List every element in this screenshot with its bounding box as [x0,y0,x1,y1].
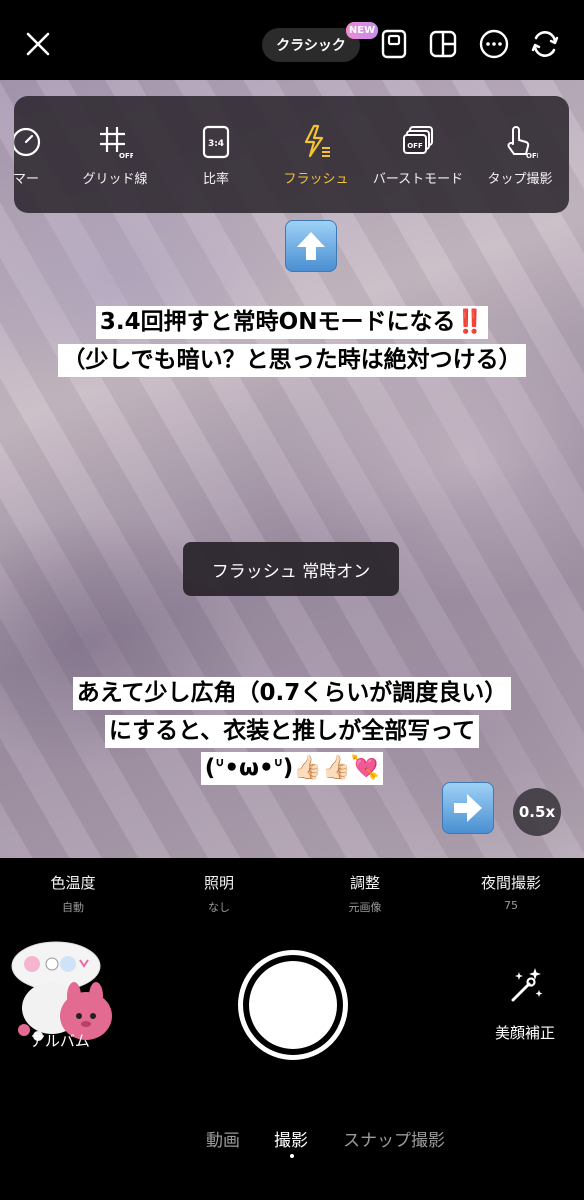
annotation-line-5: (ᐡ•ω•ᐡ)👍🏻👍🏻💘 [0,752,584,785]
top-bar: クラシック NEW [0,0,584,80]
magic-wand-icon [511,968,543,1002]
adjust-tune-label: 調整 [349,874,380,892]
ratio-icon: 3:4 [198,124,234,160]
adjust-tune[interactable]: 調整 元画像 [305,872,425,915]
svg-text:OFF: OFF [407,142,423,150]
setting-burst-mode-label: バーストモード [372,172,464,187]
album-label: アルバム [30,1032,90,1050]
adjust-color-temperature-label: 色温度 [50,874,96,892]
mode-tab-photo[interactable]: 撮影 [274,1126,308,1151]
adjust-night-mode[interactable]: 夜間撮影 75 [451,872,571,912]
setting-burst-mode[interactable]: OFF バーストモード [366,96,470,213]
frame-icon [381,29,407,59]
more-icon [479,29,509,59]
camera-viewfinder[interactable]: マー OFF グリッド線 3:4 比率 フラッシュ OFF バーストモード OF… [0,80,584,858]
new-badge: NEW [346,22,378,39]
adjust-lighting-value: なし [208,901,230,914]
arrow-up-icon [297,232,325,260]
beauty-label: 美顔補正 [494,1024,555,1042]
right-arrow-emoji [442,782,494,834]
setting-grid-lines[interactable]: OFF グリッド線 [76,96,154,213]
camera-settings-panel: マー OFF グリッド線 3:4 比率 フラッシュ OFF バーストモード OF… [14,96,569,213]
flash-icon [298,124,334,160]
capture-mode-tabs: 動画 撮影 スナップ撮影 [0,1126,584,1166]
setting-tap-shoot-label: タップ撮影 [487,172,553,187]
timer-icon [14,124,44,160]
adjust-night-mode-label: 夜間撮影 [480,874,541,892]
adjust-color-temperature[interactable]: 色温度 自動 [13,872,133,915]
mode-tab-video[interactable]: 動画 [206,1126,240,1151]
shutter-inner [249,961,337,1049]
close-button[interactable] [18,24,58,64]
arrow-right-icon [454,794,482,822]
annotation-line-2: （少しでも暗い？と思った時は絶対つける） [0,344,584,377]
switch-camera-button[interactable] [527,26,563,62]
tap-shoot-off-icon: OFF [502,124,538,160]
beauty-button[interactable]: 美顔補正 [490,966,560,1043]
setting-grid-lines-label: グリッド線 [82,172,148,187]
setting-timer[interactable]: マー [14,96,60,213]
grid-off-icon: OFF [97,124,133,160]
layout-grid-icon [429,30,457,58]
svg-text:OFF: OFF [119,152,133,160]
setting-aspect-ratio[interactable]: 3:4 比率 [178,96,254,213]
frame-button[interactable] [376,26,412,62]
up-arrow-emoji [285,220,337,272]
annotation-line-4: にすると、衣装と推しが全部写って [0,715,584,748]
mode-tab-snap[interactable]: スナップ撮影 [343,1126,445,1151]
annotation-line-1: 3.4回押すと常時ONモードになる‼️ [0,306,584,339]
adjust-tune-value: 元画像 [348,901,382,914]
adjust-lighting[interactable]: 照明 なし [159,872,279,915]
layout-button[interactable] [425,26,461,62]
switch-camera-icon [531,31,559,57]
svg-text:3:4: 3:4 [208,139,224,149]
close-icon [26,32,50,56]
setting-aspect-ratio-label: 比率 [202,172,229,187]
burst-off-icon: OFF [400,124,436,160]
setting-flash[interactable]: フラッシュ [276,96,356,213]
more-button[interactable] [476,26,512,62]
svg-text:OFF: OFF [526,152,538,160]
bottom-controls: 色温度 自動 照明 なし 調整 元画像 夜間撮影 75 アルバム 美顔補正 動画… [0,858,584,1200]
setting-tap-shoot[interactable]: OFF タップ撮影 [480,96,560,213]
flash-status-toast: フラッシュ 常時オン [183,542,399,596]
adjust-color-temperature-value: 自動 [62,901,84,914]
adjust-night-mode-value: 75 [504,899,518,912]
classic-mode-label: クラシック [276,38,346,54]
annotation-line-3: あえて少し広角（0.7くらいが調度良い） [0,677,584,710]
active-mode-indicator [290,1154,294,1158]
zoom-button[interactable]: 0.5x [513,788,561,836]
setting-timer-label: マー [14,172,39,187]
adjust-lighting-label: 照明 [203,874,234,892]
setting-flash-label: フラッシュ [283,172,349,187]
shutter-button[interactable] [238,950,348,1060]
